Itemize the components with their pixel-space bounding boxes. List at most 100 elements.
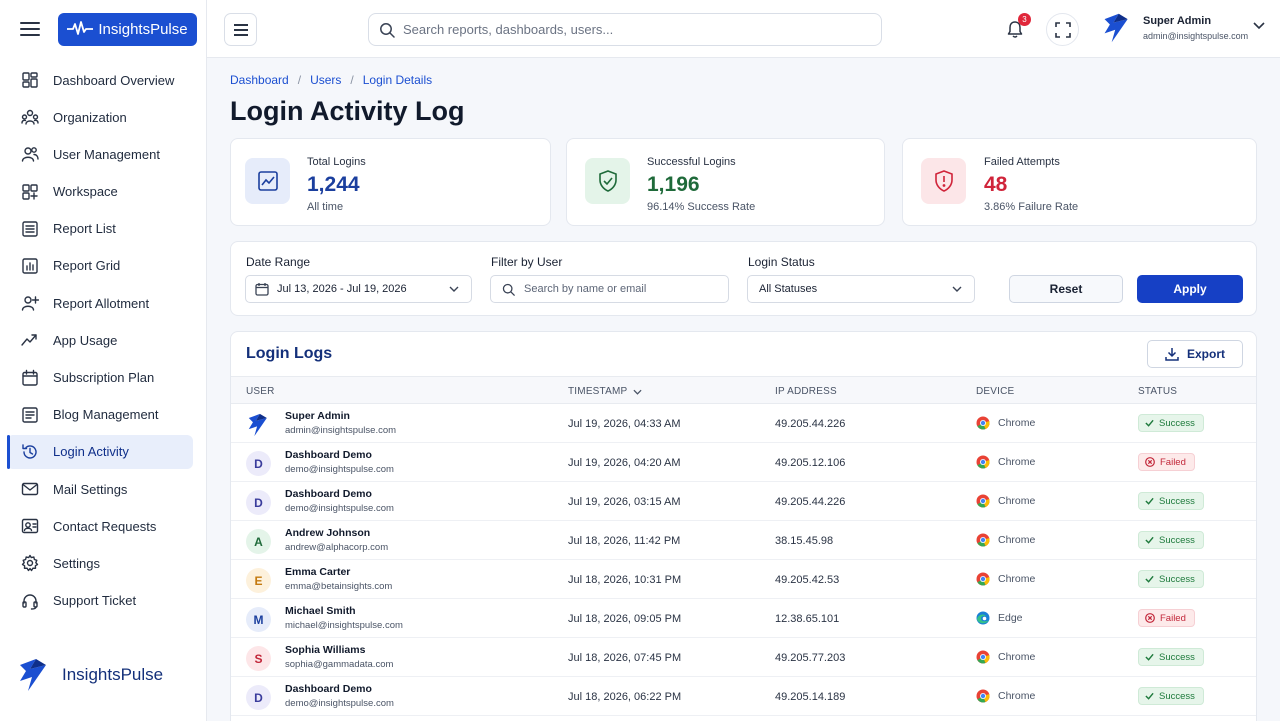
sidebar-item-contact-requests[interactable]: Contact Requests — [7, 509, 193, 543]
user-search-input[interactable] — [524, 283, 714, 295]
user-menu[interactable]: Super Admin admin@insightspulse.com — [1101, 12, 1248, 44]
sidebar-item-report-list[interactable]: Report List — [7, 212, 193, 246]
column-timestamp[interactable]: TIMESTAMP — [568, 386, 642, 397]
status-label: Failed — [1160, 612, 1186, 624]
sidebar-item-workspace[interactable]: Workspace — [7, 175, 193, 209]
sidebar-item-mail-settings[interactable]: Mail Settings — [7, 472, 193, 506]
device-label: Chrome — [998, 573, 1036, 585]
breadcrumb-separator: / — [297, 73, 302, 87]
chevron-down-icon[interactable] — [1253, 22, 1265, 30]
sidebar-item-label: Support Ticket — [53, 593, 137, 609]
sidebar-item-login-activity[interactable]: Login Activity — [7, 434, 193, 469]
calendar-icon — [22, 369, 38, 386]
reset-button[interactable]: Reset — [1009, 275, 1123, 303]
device: Chrome — [976, 650, 1035, 664]
check-icon — [1145, 419, 1154, 427]
grid-icon — [22, 258, 38, 274]
sidebar-item-user-management[interactable]: User Management — [7, 137, 193, 171]
device-label: Chrome — [998, 495, 1036, 507]
user-name: Emma Carter — [285, 566, 351, 578]
stat-card-failed-attempts: Failed Attempts 48 3.86% Failure Rate — [902, 138, 1257, 226]
device: Edge — [976, 611, 1023, 625]
menu-toggle-icon[interactable] — [20, 22, 40, 36]
breadcrumb-dashboard[interactable]: Dashboard — [230, 73, 289, 87]
user-email: michael@insightspulse.com — [285, 620, 403, 631]
user-email: admin@insightspulse.com — [285, 425, 397, 436]
sidebar-item-subscription-plan[interactable]: Subscription Plan — [7, 361, 193, 395]
topbar-menu-button[interactable] — [224, 13, 257, 46]
table-row[interactable]: M Michael Smith michael@insightspulse.com J… — [231, 599, 1256, 638]
date-range-label: Date Range — [246, 255, 311, 269]
device-label: Chrome — [998, 534, 1036, 546]
sidebar-footer-logo: InsightsPulse — [16, 657, 163, 693]
table-row[interactable]: E Emma Carter emma@betainsights.com Jul 18,… — [231, 560, 1256, 599]
user-email: demo@insightspulse.com — [285, 464, 394, 475]
sidebar-item-settings[interactable]: Settings — [7, 546, 193, 580]
sidebar-item-label: Blog Management — [53, 407, 159, 423]
login-status-select[interactable]: All Statuses — [747, 275, 975, 303]
sidebar-item-app-usage[interactable]: App Usage — [7, 323, 193, 357]
notifications-button[interactable]: 3 — [1002, 13, 1031, 42]
device-label: Edge — [998, 612, 1023, 624]
breadcrumb-users[interactable]: Users — [310, 73, 341, 87]
table-row[interactable]: D Dashboard Demo demo@insightspulse.com Jul… — [231, 443, 1256, 482]
date-range-value: Jul 13, 2026 - Jul 19, 2026 — [277, 283, 407, 295]
sidebar-item-dashboard-overview[interactable]: Dashboard Overview — [7, 63, 193, 97]
device: Chrome — [976, 572, 1035, 586]
table-row[interactable]: Super Admin admin@insightspulse.com Jul 19… — [231, 404, 1256, 443]
insightspulse-logo-icon — [248, 413, 267, 436]
fullscreen-button[interactable] — [1046, 13, 1079, 46]
brand-logo-button[interactable]: InsightsPulse — [58, 12, 197, 46]
stat-value: 1,244 — [307, 173, 360, 196]
user-name: Sophia Williams — [285, 644, 366, 656]
edge-icon — [976, 611, 990, 625]
sidebar-item-label: Settings — [53, 555, 100, 571]
status-badge: Failed — [1138, 453, 1195, 471]
sidebar-item-blog-management[interactable]: Blog Management — [7, 398, 193, 432]
avatar: D — [246, 451, 271, 476]
sidebar-item-report-allotment[interactable]: Report Allotment — [7, 286, 193, 320]
check-icon — [1145, 653, 1154, 661]
apply-button[interactable]: Apply — [1137, 275, 1243, 303]
timestamp: Jul 18, 2026, 10:31 PM — [568, 574, 682, 586]
table-row[interactable]: S Sophia Williams sophia@gammadata.com Jul … — [231, 638, 1256, 677]
device: Chrome — [976, 416, 1035, 430]
sidebar-item-support-ticket[interactable]: Support Ticket — [7, 584, 193, 618]
ip-address: 49.205.44.226 — [775, 496, 846, 508]
chrome-icon — [976, 416, 990, 430]
mail-icon — [21, 482, 39, 496]
stat-label: Successful Logins — [647, 156, 736, 168]
chrome-icon — [976, 650, 990, 664]
export-button[interactable]: Export — [1147, 340, 1243, 368]
status-badge: Success — [1138, 570, 1204, 588]
column-timestamp-label: TIMESTAMP — [568, 386, 628, 397]
sidebar-item-label: App Usage — [53, 332, 118, 348]
column-user: USER — [246, 386, 275, 397]
status-badge: Success — [1138, 492, 1204, 510]
user-email: sophia@gammadata.com — [285, 659, 394, 670]
timestamp: Jul 19, 2026, 04:20 AM — [568, 457, 681, 469]
gear-icon — [21, 555, 39, 572]
stat-label: Failed Attempts — [984, 156, 1060, 168]
stat-subtext: 96.14% Success Rate — [647, 201, 756, 213]
check-icon — [1145, 692, 1154, 700]
login-logs-panel: Login Logs Export USER TIMESTAMP IP ADDR… — [230, 331, 1257, 721]
global-search-input[interactable] — [403, 22, 863, 37]
table-row[interactable]: D Dashboard Demo demo@insightspulse.com Jul… — [231, 482, 1256, 521]
device-label: Chrome — [998, 417, 1036, 429]
timestamp: Jul 18, 2026, 09:05 PM — [568, 613, 682, 625]
sort-chevron-down-icon — [633, 389, 642, 395]
user-search-field[interactable] — [490, 275, 729, 303]
table-row[interactable]: A Andrew Johnson andrew@alphacorp.com Jul 1… — [231, 521, 1256, 560]
date-range-picker[interactable]: Jul 13, 2026 - Jul 19, 2026 — [245, 275, 472, 303]
user-name: Andrew Johnson — [285, 527, 371, 539]
chrome-icon — [976, 689, 990, 703]
table-row[interactable]: D Dashboard Demo demo@insightspulse.com Jul… — [231, 677, 1256, 716]
status-label: Success — [1159, 495, 1195, 507]
global-search[interactable] — [368, 13, 882, 46]
device-label: Chrome — [998, 690, 1036, 702]
sidebar-nav: Dashboard Overview Organization User Manag… — [0, 63, 206, 618]
stat-subtext: All time — [307, 201, 344, 213]
sidebar-item-organization[interactable]: Organization — [7, 100, 193, 134]
sidebar-item-report-grid[interactable]: Report Grid — [7, 249, 193, 283]
